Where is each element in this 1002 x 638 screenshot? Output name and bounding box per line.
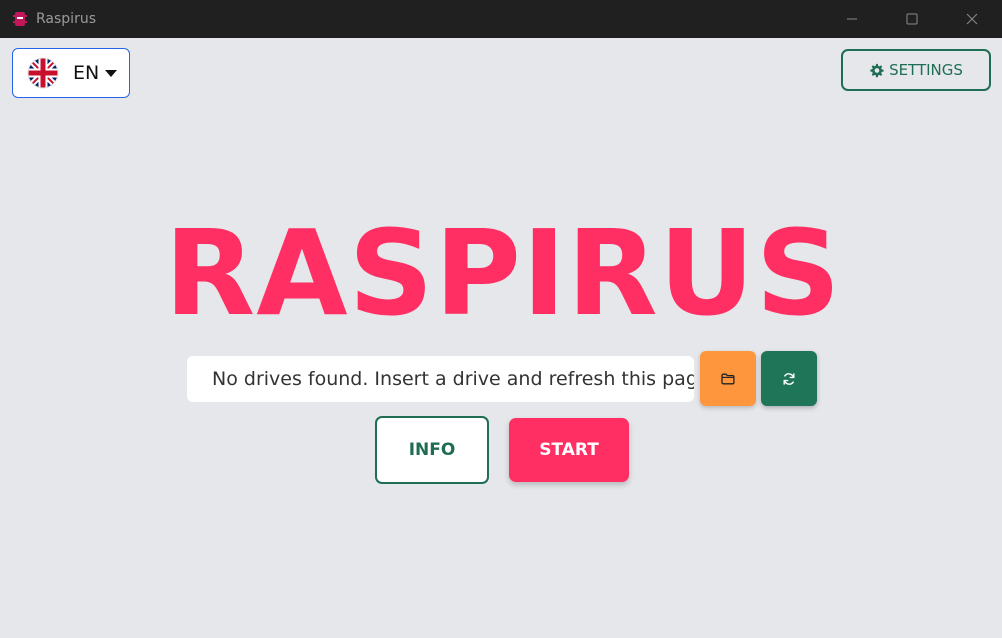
settings-label: SETTINGS [889, 61, 963, 79]
language-label: EN [73, 62, 100, 84]
maximize-icon [906, 13, 918, 25]
language-dropdown[interactable]: EN [12, 48, 130, 98]
info-button[interactable]: INFO [375, 416, 489, 484]
uk-flag-icon [27, 57, 59, 89]
app-window: Raspirus EN SETTINGS RASPIRUS No drives … [0, 0, 1002, 638]
minimize-button[interactable] [822, 0, 882, 38]
start-button[interactable]: START [509, 418, 629, 482]
gear-icon [870, 63, 884, 77]
folder-button[interactable] [700, 351, 756, 406]
raspirus-icon [12, 11, 28, 27]
close-icon [966, 13, 978, 25]
folder-icon [721, 373, 735, 384]
window-controls [822, 0, 1002, 38]
settings-button[interactable]: SETTINGS [841, 49, 991, 91]
refresh-button[interactable] [761, 351, 817, 406]
refresh-icon [783, 372, 795, 385]
maximize-button[interactable] [882, 0, 942, 38]
minimize-icon [847, 18, 857, 20]
brand-title: RASPIRUS [164, 204, 842, 342]
window-title: Raspirus [36, 11, 96, 27]
drive-select[interactable]: No drives found. Insert a drive and refr… [187, 356, 694, 402]
caret-down-icon [105, 69, 118, 77]
main-content: EN SETTINGS RASPIRUS No drives found. In… [2, 38, 1000, 638]
title-bar[interactable]: Raspirus [0, 0, 1002, 38]
close-button[interactable] [942, 0, 1002, 38]
